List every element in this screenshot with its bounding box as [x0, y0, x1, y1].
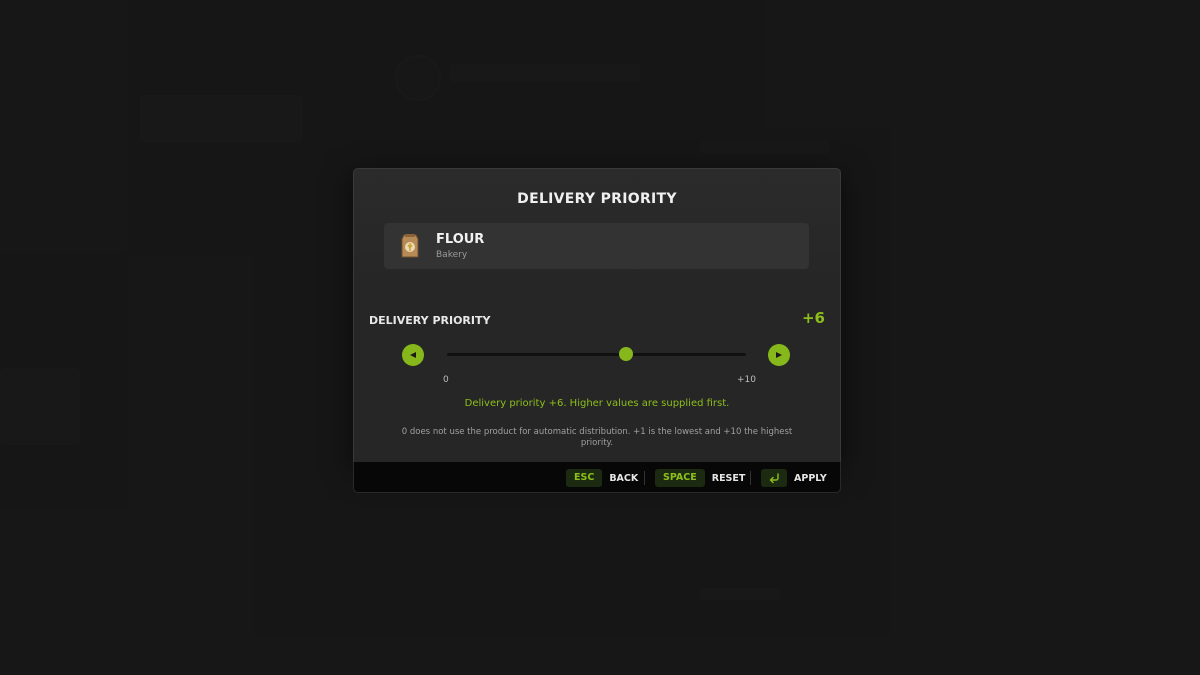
footer-divider: [750, 471, 751, 485]
chevron-right-icon: [776, 352, 782, 358]
dialog-title: DELIVERY PRIORITY: [517, 191, 677, 207]
priority-slider[interactable]: [447, 347, 746, 361]
increase-priority-button[interactable]: [768, 344, 790, 366]
flour-sack-icon: [401, 234, 419, 258]
apply-label: APPLY: [794, 472, 827, 484]
footer-divider: [644, 471, 645, 485]
priority-value: +6: [801, 309, 825, 327]
space-key: SPACE: [655, 469, 705, 487]
decrease-priority-button[interactable]: [402, 344, 424, 366]
priority-hint: Delivery priority +6. Higher values are …: [464, 398, 730, 409]
product-category: Bakery: [436, 250, 468, 260]
priority-label: DELIVERY PRIORITY: [369, 314, 491, 327]
product-card: FLOUR Bakery: [384, 223, 809, 269]
esc-key: ESC: [566, 469, 603, 487]
reset-label: RESET: [711, 472, 746, 484]
slider-thumb[interactable]: [619, 347, 634, 361]
slider-min-label: 0: [443, 375, 449, 385]
apply-button[interactable]: APPLY: [761, 469, 827, 487]
chevron-left-icon: [410, 352, 416, 358]
dialog-footer: ESC BACK SPACE RESET APPLY: [353, 462, 841, 493]
slider-max-label: +10: [737, 375, 756, 385]
product-name: FLOUR: [436, 232, 485, 247]
enter-key-icon: [761, 469, 787, 487]
back-label: BACK: [609, 472, 639, 484]
delivery-priority-dialog: DELIVERY PRIORITY FLOUR Bakery DELIVERY …: [353, 168, 841, 463]
priority-note: 0 does not use the product for automatic…: [401, 427, 793, 448]
back-button[interactable]: ESC BACK: [566, 469, 638, 487]
reset-button[interactable]: SPACE RESET: [655, 469, 745, 487]
